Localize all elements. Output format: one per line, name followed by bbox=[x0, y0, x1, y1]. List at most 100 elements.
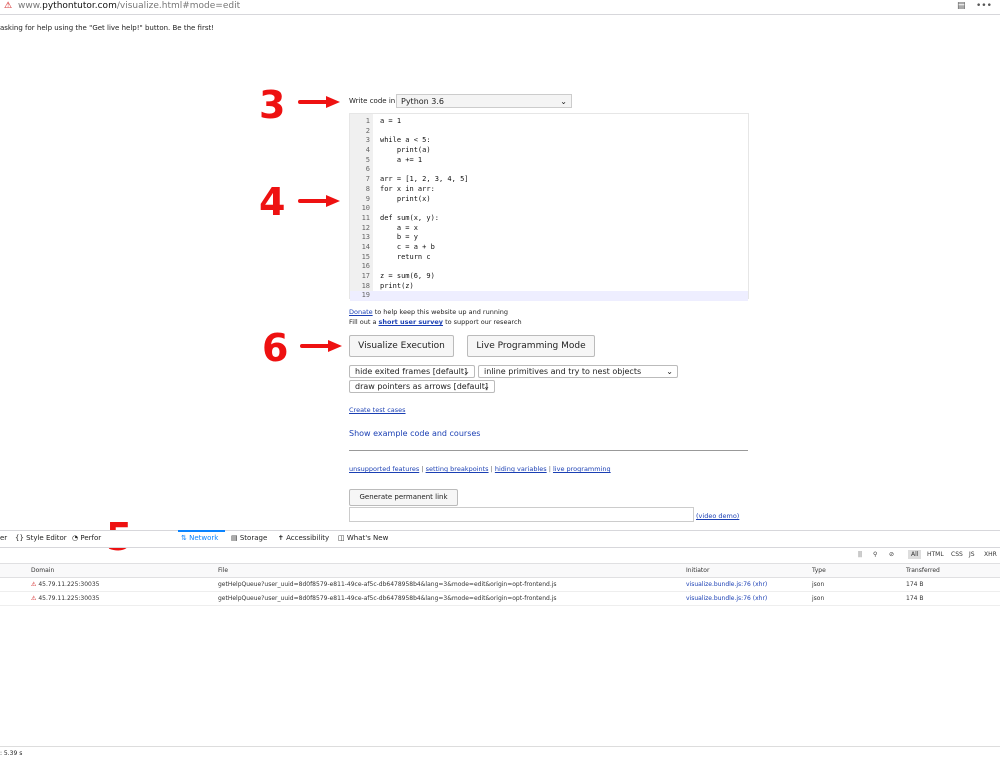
code-line[interactable]: 10 bbox=[350, 204, 748, 214]
hiding-variables-link[interactable]: hiding variables bbox=[495, 465, 547, 473]
donate-line: Donate to help keep this website up and … bbox=[349, 308, 509, 316]
frames-select[interactable]: hide exited frames [default] ⌄ bbox=[349, 365, 475, 378]
code-line[interactable]: 16 bbox=[350, 262, 748, 272]
storage-icon: ▤ bbox=[231, 534, 238, 542]
line-number: 19 bbox=[361, 291, 370, 300]
line-number: 14 bbox=[361, 242, 370, 251]
code-text: print(x) bbox=[380, 194, 431, 203]
line-number: 8 bbox=[365, 184, 370, 193]
code-text: while a < 5: bbox=[380, 136, 431, 145]
code-text: a += 1 bbox=[380, 155, 423, 164]
code-line[interactable]: 8 for x in arr: bbox=[350, 185, 748, 195]
filter-all[interactable]: All bbox=[908, 550, 922, 559]
column-domain[interactable]: Domain bbox=[31, 567, 54, 574]
live-programming-link[interactable]: live programming bbox=[553, 465, 611, 473]
insecure-lock-icon[interactable]: ⚠ bbox=[4, 1, 12, 11]
tab-whats-new[interactable]: ◫ What's New bbox=[338, 534, 388, 542]
table-row[interactable]: ⚠ 45.79.11.225:30035 getHelpQueue?user_u… bbox=[0, 578, 1000, 592]
annotation-number-6: 6 bbox=[262, 326, 289, 370]
gift-icon: ◫ bbox=[338, 534, 345, 542]
chevron-down-icon: ⌄ bbox=[463, 367, 470, 376]
page-actions-menu-icon[interactable]: ••• bbox=[976, 1, 992, 11]
url-text[interactable]: www.pythontutor.com/visualize.html#mode=… bbox=[18, 1, 240, 11]
network-table-header: Domain File Initiator Type Transferred bbox=[0, 564, 1000, 578]
code-text: for x in arr: bbox=[380, 184, 435, 193]
code-line[interactable]: 6 bbox=[350, 165, 748, 175]
column-type[interactable]: Type bbox=[812, 567, 826, 574]
tab-accessibility[interactable]: ✝ Accessibility bbox=[278, 534, 329, 542]
visualize-execution-button[interactable]: Visualize Execution bbox=[349, 335, 454, 357]
code-line[interactable]: 12 a = x bbox=[350, 224, 748, 234]
language-select[interactable]: Python 3.6 ⌄ bbox=[396, 94, 572, 108]
pause-icon[interactable]: || bbox=[858, 551, 862, 558]
block-icon[interactable]: ⊘ bbox=[889, 551, 894, 558]
gauge-icon: ◔ bbox=[72, 534, 79, 542]
annotation-arrow-icon bbox=[300, 340, 342, 352]
url-bar[interactable]: ⚠ www.pythontutor.com/visualize.html#mod… bbox=[0, 0, 1000, 15]
filter-html[interactable]: HTML bbox=[927, 551, 944, 558]
code-line[interactable]: 19 bbox=[350, 291, 748, 302]
line-number: 3 bbox=[365, 136, 370, 145]
code-text: print(z) bbox=[380, 281, 414, 290]
code-line[interactable]: 13 b = y bbox=[350, 233, 748, 243]
tab-inspector[interactable]: er bbox=[0, 534, 7, 542]
table-row[interactable]: ⚠ 45.79.11.225:30035 getHelpQueue?user_u… bbox=[0, 592, 1000, 606]
load-time: : 5.39 s bbox=[0, 750, 23, 757]
code-line[interactable]: 3 while a < 5: bbox=[350, 136, 748, 146]
filter-xhr[interactable]: XHR bbox=[984, 551, 997, 558]
write-code-label: Write code in bbox=[349, 97, 396, 105]
annotation-arrow-icon bbox=[298, 195, 340, 207]
code-lines[interactable]: 1a = 1 2 3 while a < 5: 4 print(a) 5 a += 167… bbox=[350, 117, 748, 302]
code-line[interactable]: 4 print(a) bbox=[350, 146, 748, 156]
show-examples-link[interactable]: Show example code and courses bbox=[349, 429, 480, 438]
code-line[interactable]: 11 def sum(x, y): bbox=[350, 214, 748, 224]
code-text: a = x bbox=[380, 223, 418, 232]
code-line[interactable]: 15 return c bbox=[350, 253, 748, 263]
code-line[interactable]: 2 bbox=[350, 127, 748, 137]
survey-link[interactable]: short user survey bbox=[379, 318, 444, 326]
code-text: b = y bbox=[380, 233, 418, 242]
create-test-cases-link[interactable]: Create test cases bbox=[349, 406, 406, 414]
line-number: 9 bbox=[365, 194, 370, 203]
filter-js[interactable]: JS bbox=[969, 551, 975, 558]
code-line[interactable]: 14 c = a + b bbox=[350, 243, 748, 253]
reader-view-icon[interactable]: ▤ bbox=[957, 1, 966, 11]
tab-storage[interactable]: ▤ Storage bbox=[231, 534, 267, 542]
code-line[interactable]: 5 a += 1 bbox=[350, 156, 748, 166]
braces-icon: {} bbox=[15, 534, 24, 542]
code-line[interactable]: 1 a = 1 bbox=[350, 117, 748, 127]
column-transferred[interactable]: Transferred bbox=[906, 567, 940, 574]
line-number: 5 bbox=[365, 155, 370, 164]
insecure-icon: ⚠ bbox=[31, 581, 37, 588]
live-programming-button[interactable]: Live Programming Mode bbox=[467, 335, 595, 357]
donate-link[interactable]: Donate bbox=[349, 308, 373, 316]
filter-css[interactable]: CSS bbox=[951, 551, 963, 558]
code-editor[interactable]: 1a = 1 2 3 while a < 5: 4 print(a) 5 a += 167… bbox=[349, 113, 749, 302]
code-line[interactable]: 9 print(x) bbox=[350, 195, 748, 205]
network-toolbar: || ⚲ ⊘ All HTML CSS JS XHR bbox=[0, 547, 1000, 564]
code-text: z = sum(6, 9) bbox=[380, 272, 435, 280]
generate-permanent-link-button[interactable]: Generate permanent link bbox=[349, 489, 458, 506]
video-demo-link[interactable]: (video demo) bbox=[696, 512, 739, 520]
line-number: 12 bbox=[361, 223, 370, 232]
arrows-updown-icon: ⇅ bbox=[181, 534, 187, 542]
line-number: 16 bbox=[361, 262, 370, 271]
column-file[interactable]: File bbox=[218, 567, 228, 574]
tab-network[interactable]: ⇅ Network bbox=[181, 534, 218, 542]
line-number: 13 bbox=[361, 233, 370, 242]
divider bbox=[349, 450, 748, 451]
accessibility-icon: ✝ bbox=[278, 534, 284, 542]
column-initiator[interactable]: Initiator bbox=[686, 567, 709, 574]
tab-style-editor[interactable]: {} Style Editor bbox=[15, 534, 67, 542]
code-line[interactable]: 18 print(z) bbox=[350, 282, 748, 292]
search-icon[interactable]: ⚲ bbox=[873, 551, 877, 558]
primitives-select[interactable]: inline primitives and try to nest object… bbox=[478, 365, 678, 378]
unsupported-features-link[interactable]: unsupported features bbox=[349, 465, 419, 473]
line-number: 18 bbox=[361, 281, 370, 290]
tab-performance[interactable]: ◔ Perfor bbox=[72, 534, 101, 542]
setting-breakpoints-link[interactable]: setting breakpoints bbox=[426, 465, 489, 473]
pointers-select[interactable]: draw pointers as arrows [default] ⌄ bbox=[349, 380, 495, 393]
permalink-input[interactable] bbox=[349, 507, 694, 522]
code-line[interactable]: 17 z = sum(6, 9) bbox=[350, 272, 748, 282]
code-line[interactable]: 7 arr = [1, 2, 3, 4, 5] bbox=[350, 175, 748, 185]
